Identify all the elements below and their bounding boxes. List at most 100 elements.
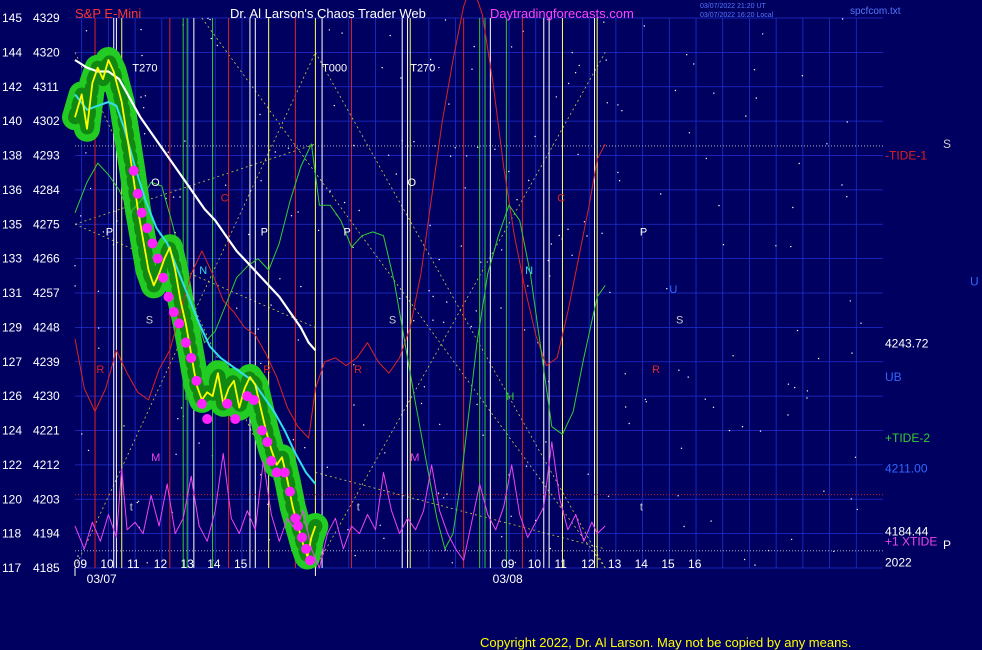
- grid-dot: [501, 536, 503, 538]
- grid-dot: [475, 310, 477, 312]
- annotation-label: H: [506, 391, 514, 403]
- grid-dot: [798, 162, 800, 165]
- site-url[interactable]: Daytradingforecasts.com: [490, 6, 634, 21]
- grid-dot: [644, 398, 647, 401]
- annotation-label: N: [199, 265, 207, 277]
- grid-dot: [384, 452, 386, 454]
- grid-dot: [680, 447, 683, 449]
- marker-dot: [174, 318, 185, 329]
- x-tick-label: 16: [688, 557, 702, 571]
- grid-dot: [454, 147, 456, 149]
- right-label: +TIDE-2: [885, 431, 930, 445]
- grid-dot: [555, 96, 557, 98]
- grid-dot: [606, 102, 608, 104]
- grid-dot: [500, 307, 502, 309]
- grid-dot: [136, 501, 138, 504]
- y-tick-label: 4203: [33, 492, 60, 506]
- grid-dot: [693, 63, 695, 65]
- grid-dot: [732, 355, 734, 357]
- right-label: P: [943, 538, 951, 552]
- grid-dot: [429, 224, 431, 227]
- y-tick-label: 4221: [33, 424, 60, 438]
- grid-dot: [677, 495, 679, 497]
- grid-dot: [257, 328, 259, 330]
- annotation-label: P: [106, 227, 113, 239]
- grid-dot: [624, 373, 626, 375]
- grid-dot: [146, 562, 148, 564]
- annotation-label: M: [410, 452, 419, 464]
- grid-dot: [141, 54, 143, 57]
- x-date-label: 03/07: [87, 572, 117, 586]
- y-tick-label-left: 122: [2, 458, 22, 472]
- grid-dot: [528, 179, 530, 182]
- grid-dot: [625, 406, 627, 408]
- x-tick-label: 11: [554, 557, 567, 571]
- grid-dot: [451, 562, 453, 564]
- grid-dot: [710, 520, 712, 522]
- grid-dot: [428, 290, 430, 292]
- grid-dot: [704, 398, 706, 400]
- grid-dot: [621, 110, 623, 112]
- grid-dot: [98, 347, 100, 349]
- grid-dot: [352, 246, 354, 249]
- grid-dot: [329, 190, 331, 192]
- x-tick-label: 13: [181, 557, 195, 571]
- grid-dot: [399, 297, 401, 300]
- grid-dot: [787, 414, 789, 416]
- grid-dot: [762, 33, 764, 35]
- grid-dot: [279, 278, 281, 280]
- grid-dot: [175, 453, 177, 455]
- timestamp-local: 03/07/2022 16:20 Local: [700, 12, 774, 19]
- grid-dot: [574, 72, 577, 74]
- grid-dot: [645, 401, 647, 403]
- grid-dot: [140, 28, 142, 31]
- grid-dot: [207, 17, 209, 20]
- annotation-label: R: [263, 364, 271, 376]
- grid-dot: [683, 525, 685, 528]
- grid-dot: [464, 187, 466, 189]
- grid-dot: [81, 433, 83, 435]
- grid-dot: [85, 30, 88, 32]
- y-tick-label: 4266: [33, 252, 60, 266]
- marker-dot: [168, 307, 179, 318]
- grid-dot: [363, 424, 365, 426]
- grid-dot: [437, 492, 440, 494]
- grid-dot: [660, 193, 662, 195]
- grid-dot: [87, 449, 90, 452]
- grid-dot: [850, 498, 852, 500]
- y-tick-label-left: 124: [2, 424, 22, 438]
- grid-dot: [413, 320, 415, 322]
- y-tick-label: 4302: [33, 114, 60, 128]
- y-tick-label: 4311: [33, 80, 59, 94]
- y-tick-label: 4239: [33, 355, 60, 369]
- grid-dot: [713, 92, 715, 94]
- marker-dot: [152, 253, 163, 264]
- grid-dot: [89, 187, 92, 190]
- annotation-label: T000: [322, 62, 347, 74]
- annotation-label: O: [408, 177, 417, 189]
- grid-dot: [471, 68, 473, 70]
- chart-canvas: T270 T000 T270 P O C P P O C P S S S N N R R R R H H M Mt t t U 11…: [0, 0, 982, 650]
- grid-dot: [328, 29, 331, 31]
- grid-dot: [728, 429, 731, 432]
- grid-dot: [140, 96, 142, 98]
- grid-dot: [856, 508, 858, 511]
- grid-dot: [687, 376, 689, 378]
- grid-dot: [787, 383, 790, 385]
- grid-dot: [466, 155, 468, 157]
- y-tick-label: 4329: [33, 11, 60, 25]
- grid-dot: [523, 329, 526, 331]
- grid-dot: [796, 329, 799, 332]
- grid-dot: [413, 141, 415, 143]
- y-tick-label: 4230: [33, 389, 60, 403]
- grid-dot: [718, 204, 720, 207]
- grid-dot: [423, 386, 426, 388]
- marker-dot: [158, 272, 169, 283]
- grid-dot: [177, 418, 179, 420]
- grid-dot: [326, 466, 329, 468]
- marker-dot: [191, 375, 202, 386]
- y-tick-label: 4284: [33, 183, 60, 197]
- grid-dot: [137, 500, 140, 503]
- annotation-label: T270: [132, 62, 157, 74]
- annotation-label: C: [557, 192, 565, 204]
